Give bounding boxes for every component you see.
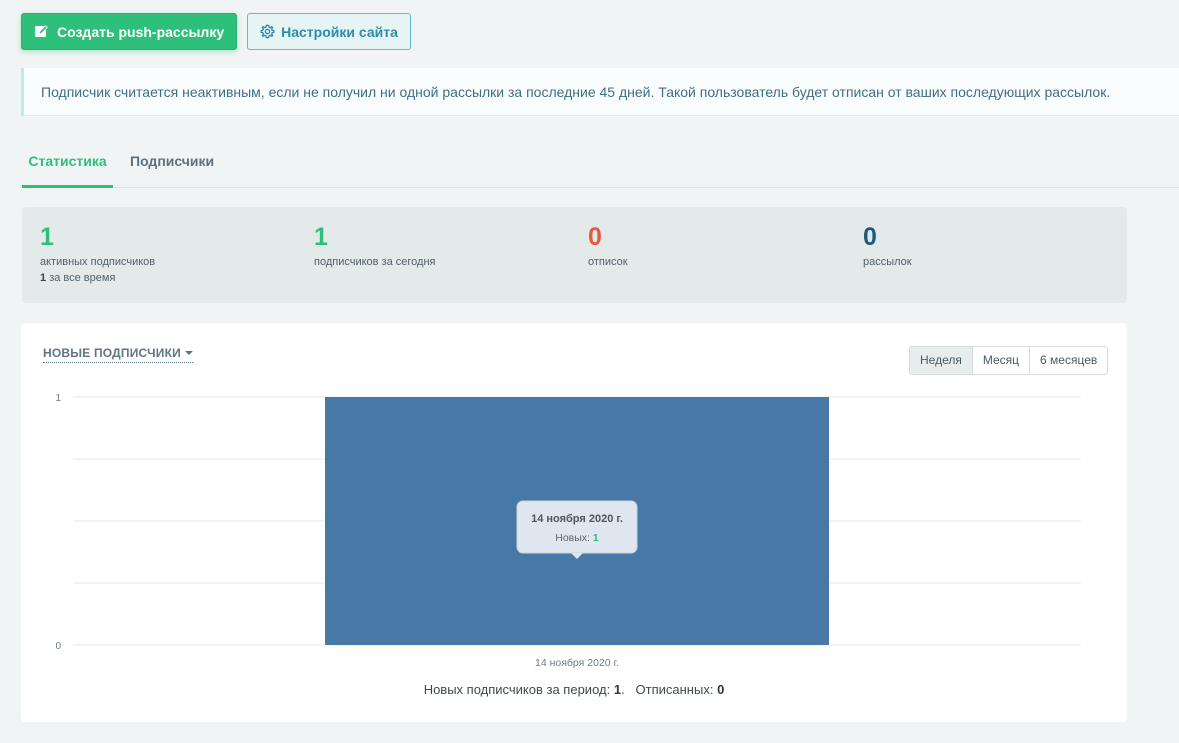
period-summary: Новых подписчиков за период: 1. Отписанн… bbox=[423, 682, 725, 697]
chart-metric-label: НОВЫЕ ПОДПИСЧИКИ bbox=[43, 346, 181, 360]
alert-text: Подписчик считается неактивным, если не … bbox=[41, 83, 1111, 100]
stat-today-subscribers: 1 подписчиков за сегодня bbox=[314, 221, 436, 270]
create-push-button[interactable]: Создать push-рассылку bbox=[21, 13, 238, 50]
stat-alltime-value: 1 bbox=[40, 272, 47, 284]
period-month-button[interactable]: Месяц bbox=[971, 347, 1030, 374]
period-week-button[interactable]: Неделя bbox=[910, 347, 972, 374]
summary-unsub-label: Отписанных: bbox=[635, 682, 714, 697]
stat-active-alltime: 1 за все время bbox=[40, 270, 155, 286]
tabs-bar: Статистика Подписчики bbox=[22, 140, 1179, 188]
tooltip-label: Новых: bbox=[555, 532, 593, 544]
stat-unsub-value: 0 bbox=[588, 223, 602, 251]
chart-metric-select[interactable]: НОВЫЕ ПОДПИСЧИКИ bbox=[43, 346, 193, 363]
stat-mailings-label: рассылок bbox=[863, 256, 912, 268]
stat-active-subscribers: 1 активных подписчиков 1 за все время bbox=[40, 221, 155, 286]
tooltip-value-line: Новых: 1 bbox=[555, 532, 599, 544]
create-push-label: Создать push-рассылку bbox=[57, 23, 225, 40]
summary-new-label: Новых подписчиков за период: bbox=[423, 682, 611, 697]
toolbar: Создать push-рассылку Настройки сайта bbox=[21, 13, 411, 50]
gear-icon bbox=[260, 24, 275, 39]
stat-unsubscribes: 0 отписок bbox=[588, 221, 628, 270]
stats-panel: 1 активных подписчиков 1 за все время 1 … bbox=[22, 207, 1127, 303]
tooltip-value: 1 bbox=[593, 532, 599, 544]
tooltip-title: 14 ноября 2020 г. bbox=[531, 513, 623, 525]
x-tick-label: 14 ноября 2020 г. bbox=[535, 657, 619, 669]
summary-new-value: 1 bbox=[613, 682, 622, 697]
caret-down-icon bbox=[184, 351, 193, 355]
tooltip-box bbox=[516, 500, 638, 554]
stat-alltime-label: за все время bbox=[49, 272, 116, 284]
subscribers-chart: 0 1 14 ноября 2020 г. 14 ноября 2020 г. Новы… bbox=[55, 393, 1081, 669]
period-6months-button[interactable]: 6 месяцев bbox=[1029, 347, 1108, 374]
stat-active-label: активных подписчиков bbox=[40, 256, 156, 268]
stat-active-value: 1 bbox=[40, 223, 54, 251]
inactive-subscriber-alert: Подписчик считается неактивным, если не … bbox=[21, 68, 1179, 116]
stat-mailings: 0 рассылок bbox=[863, 221, 912, 270]
period-switcher: Неделя Месяц 6 месяцев bbox=[909, 346, 1109, 375]
tab-subscribers[interactable]: Подписчики bbox=[130, 140, 214, 188]
y-tick-label: 1 bbox=[55, 393, 61, 404]
site-settings-button[interactable]: Настройки сайта bbox=[247, 13, 411, 50]
edit-icon bbox=[34, 24, 49, 39]
chart-card: 0 1 14 ноября 2020 г. 14 ноября 2020 г. Новы… bbox=[21, 323, 1127, 722]
stat-mailings-value: 0 bbox=[863, 223, 877, 251]
tab-statistics[interactable]: Статистика bbox=[22, 140, 113, 188]
y-tick-label: 0 bbox=[55, 641, 61, 652]
summary-unsub-value: 0 bbox=[717, 682, 725, 697]
stat-today-value: 1 bbox=[314, 223, 328, 251]
site-settings-label: Настройки сайта bbox=[281, 23, 398, 40]
stat-today-label: подписчиков за сегодня bbox=[314, 256, 436, 268]
stat-unsub-label: отписок bbox=[588, 256, 628, 268]
